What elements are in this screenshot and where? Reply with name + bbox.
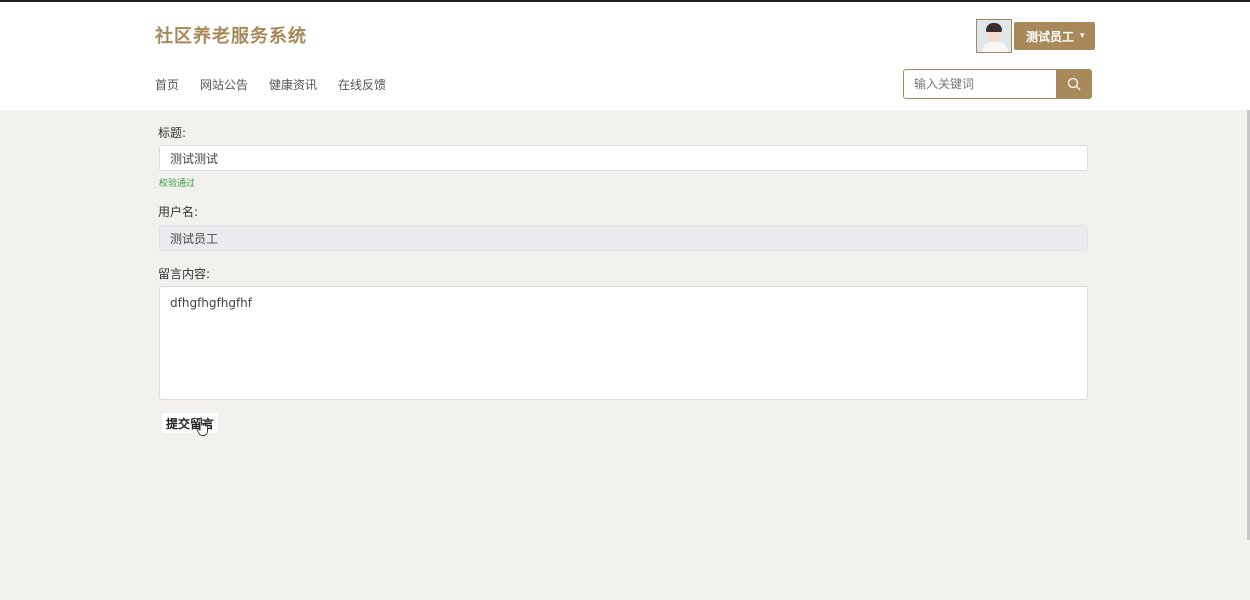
chevron-down-icon: ▾	[1080, 31, 1085, 41]
user-name: 测试员工	[1026, 29, 1075, 44]
nav-item-announcements[interactable]: 网站公告	[200, 76, 248, 93]
search-button[interactable]	[1056, 69, 1092, 99]
site-header: 社区养老服务系统 测试员工 ▾ 首页 网站公告 健康资讯 在线反馈	[0, 2, 1250, 110]
nav-item-home[interactable]: 首页	[155, 76, 179, 93]
username-input: 测试员工	[159, 225, 1088, 251]
username-label: 用户名:	[158, 205, 199, 219]
content-label: 留言内容:	[158, 267, 211, 281]
search-bar	[903, 69, 1092, 99]
avatar[interactable]	[976, 19, 1012, 53]
title-input[interactable]: 测试测试	[159, 145, 1088, 171]
nav-item-feedback[interactable]: 在线反馈	[338, 76, 386, 93]
search-icon	[1067, 77, 1081, 91]
main-nav: 首页 网站公告 健康资讯 在线反馈	[155, 76, 407, 93]
content-textarea[interactable]: dfhgfhgfhgfhf	[159, 286, 1088, 400]
user-dropdown-button[interactable]: 测试员工 ▾	[1014, 22, 1095, 50]
search-input[interactable]	[903, 69, 1056, 99]
title-label: 标题:	[158, 126, 187, 140]
validation-message: 校验通过	[159, 179, 196, 189]
submit-button[interactable]: 提交留言	[161, 412, 219, 434]
nav-item-health-news[interactable]: 健康资讯	[269, 76, 317, 93]
hand-cursor-icon	[196, 417, 209, 436]
user-menu[interactable]: 测试员工 ▾	[976, 18, 1095, 54]
site-brand[interactable]: 社区养老服务系统	[155, 22, 307, 48]
